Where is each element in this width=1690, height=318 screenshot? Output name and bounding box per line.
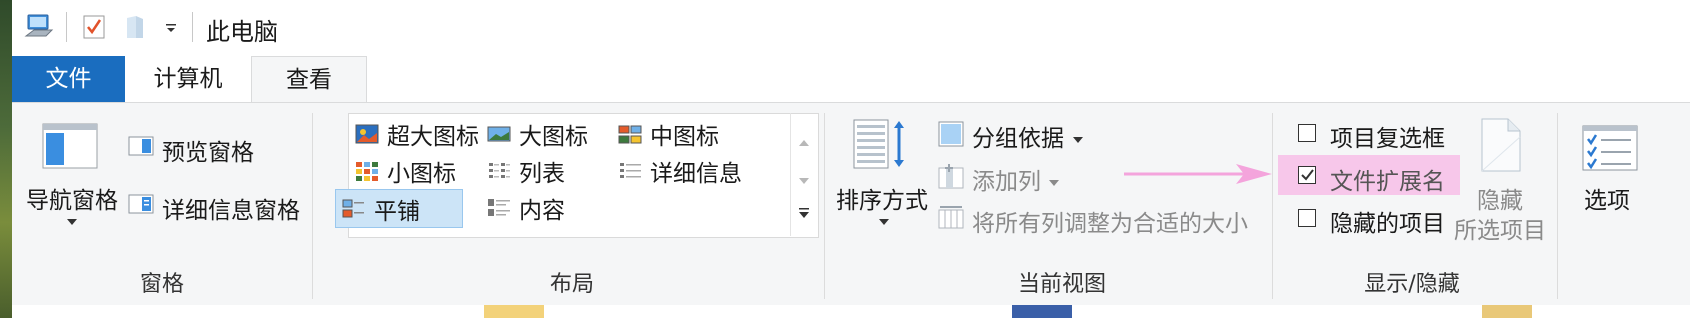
sort-by-button[interactable]: 排序方式 bbox=[836, 181, 928, 215]
group-separator bbox=[1272, 113, 1273, 299]
large-icons-icon bbox=[487, 123, 511, 145]
chevron-down-icon[interactable] bbox=[1048, 172, 1060, 186]
layout-item-label: 列表 bbox=[519, 160, 565, 187]
group-label-show-hide: 显示/隐藏 bbox=[1364, 272, 1460, 297]
layout-tiles[interactable]: 平铺 bbox=[335, 189, 463, 228]
gallery-scroll bbox=[790, 113, 818, 236]
computer-icon[interactable] bbox=[24, 12, 54, 40]
gallery-scroll-up-icon[interactable] bbox=[797, 133, 811, 152]
item-checkboxes-checkbox[interactable] bbox=[1298, 124, 1316, 142]
group-label-panes: 窗格 bbox=[139, 272, 184, 297]
details-icon bbox=[618, 160, 642, 182]
group-separator bbox=[824, 113, 825, 299]
navigation-pane-button[interactable]: 导航窗格 bbox=[26, 181, 118, 215]
group-label-layout: 布局 bbox=[549, 272, 594, 297]
hidden-items-checkbox[interactable] bbox=[1298, 209, 1316, 227]
layout-medium-icons[interactable]: 中图标 bbox=[612, 115, 738, 152]
add-columns-button[interactable]: 添加列 bbox=[972, 162, 1041, 196]
layout-item-label: 平铺 bbox=[374, 198, 420, 225]
folder-thumbnail bbox=[484, 305, 544, 318]
chevron-down-icon[interactable] bbox=[878, 211, 890, 225]
content-icon bbox=[487, 197, 511, 219]
properties-icon[interactable] bbox=[82, 14, 106, 40]
layout-large-icons[interactable]: 大图标 bbox=[481, 115, 607, 152]
group-by-icon bbox=[938, 121, 964, 147]
desktop-background-strip bbox=[0, 0, 12, 318]
navigation-pane-icon[interactable] bbox=[42, 123, 98, 169]
folder-thumbnail bbox=[1482, 305, 1532, 318]
layout-item-label: 中图标 bbox=[650, 123, 719, 150]
layout-item-label: 小图标 bbox=[387, 160, 456, 187]
group-by-button[interactable]: 分组依据 bbox=[972, 119, 1064, 153]
preview-pane-button[interactable]: 预览窗格 bbox=[162, 133, 254, 167]
options-icon[interactable] bbox=[1582, 125, 1638, 171]
layout-list[interactable]: 列表 bbox=[481, 152, 607, 189]
size-all-columns-icon bbox=[938, 206, 964, 230]
hide-selected-items-icon[interactable] bbox=[1478, 117, 1524, 173]
tiles-icon bbox=[342, 198, 366, 220]
details-pane-icon bbox=[128, 194, 154, 214]
group-separator bbox=[312, 113, 313, 299]
annotation-arrow bbox=[1124, 163, 1274, 185]
hide-selected-items-label-1[interactable]: 隐藏 bbox=[1477, 181, 1523, 215]
window-title: 此电脑 bbox=[206, 18, 278, 46]
hide-selected-items-label-2[interactable]: 所选项目 bbox=[1454, 211, 1546, 245]
sort-by-icon[interactable] bbox=[852, 117, 908, 173]
small-icons-icon bbox=[355, 160, 379, 182]
group-label-current-view: 当前视图 bbox=[1017, 272, 1106, 297]
details-pane-button[interactable]: 详细信息窗格 bbox=[162, 191, 300, 225]
separator bbox=[66, 12, 67, 42]
gallery-scroll-down-icon[interactable] bbox=[797, 171, 811, 190]
preview-pane-icon bbox=[128, 136, 154, 156]
options-button[interactable]: 选项 bbox=[1584, 181, 1630, 215]
folder-thumbnail bbox=[1012, 305, 1072, 318]
tab-file[interactable]: 文件 bbox=[12, 56, 125, 102]
chevron-down-icon[interactable] bbox=[1072, 129, 1084, 143]
group-separator bbox=[1557, 113, 1558, 299]
layout-small-icons[interactable]: 小图标 bbox=[349, 152, 475, 189]
size-all-columns-button[interactable]: 将所有列调整为合适的大小 bbox=[972, 204, 1248, 238]
file-extensions-checkbox[interactable] bbox=[1298, 166, 1316, 184]
tab-computer[interactable]: 计算机 bbox=[130, 56, 246, 102]
layout-item-label: 超大图标 bbox=[387, 123, 479, 150]
extra-large-icons-icon bbox=[355, 123, 379, 145]
tab-view[interactable]: 查看 bbox=[251, 56, 367, 103]
ribbon-view: 导航窗格 预览窗格 详细信息窗格 窗格 超大图标 大图标 中图标 小图标 列表 … bbox=[12, 102, 1690, 307]
gallery-expand-icon[interactable] bbox=[797, 205, 811, 224]
title-bar: 此电脑 bbox=[12, 0, 1690, 54]
new-folder-icon[interactable] bbox=[124, 14, 146, 40]
layout-item-label: 内容 bbox=[519, 197, 565, 224]
layout-item-label: 详细信息 bbox=[650, 160, 742, 187]
separator bbox=[192, 12, 193, 42]
add-columns-icon bbox=[938, 164, 964, 190]
ribbon-tabs: 文件 计算机 查看 bbox=[12, 56, 1690, 103]
file-list-strip bbox=[12, 305, 1690, 318]
layout-extra-large-icons[interactable]: 超大图标 bbox=[349, 115, 479, 152]
item-checkboxes-label[interactable]: 项目复选框 bbox=[1330, 119, 1445, 153]
medium-icons-icon bbox=[618, 123, 642, 145]
customize-toolbar-icon[interactable] bbox=[164, 20, 178, 34]
hidden-items-label[interactable]: 隐藏的项目 bbox=[1330, 204, 1445, 238]
list-icon bbox=[487, 160, 511, 182]
chevron-down-icon[interactable] bbox=[66, 211, 78, 225]
file-extensions-label[interactable]: 文件扩展名 bbox=[1330, 162, 1445, 196]
layout-content[interactable]: 内容 bbox=[481, 189, 607, 226]
layout-item-label: 大图标 bbox=[519, 123, 588, 150]
layout-details[interactable]: 详细信息 bbox=[612, 152, 742, 189]
